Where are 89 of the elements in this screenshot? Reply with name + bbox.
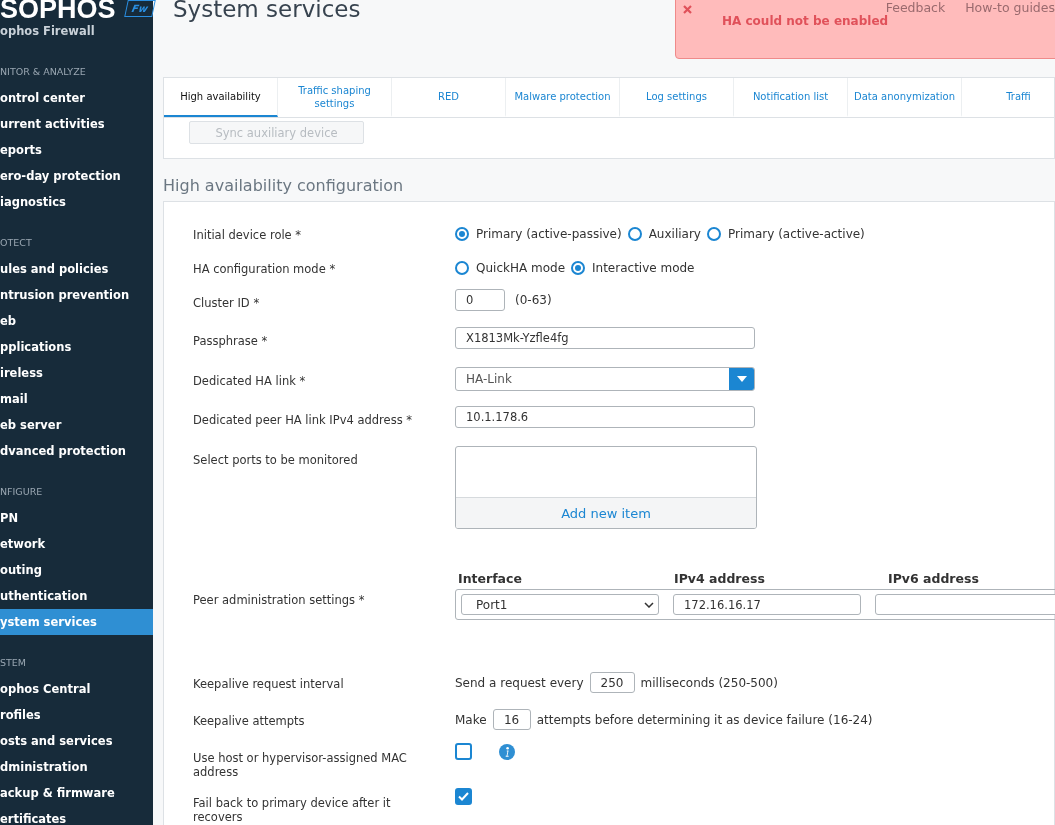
- sidebar-item[interactable]: etwork: [0, 531, 153, 557]
- sidebar-item[interactable]: urrent activities: [0, 111, 153, 137]
- section-title: High availability configuration: [163, 176, 405, 197]
- field-label: HA configuration mode *: [193, 262, 337, 278]
- field-prefix: Make: [455, 713, 487, 727]
- radio-option[interactable]: Primary (active-passive): [455, 227, 622, 241]
- radio-button[interactable]: [455, 261, 469, 275]
- chevron-icon: [644, 601, 654, 608]
- close-icon[interactable]: [683, 5, 692, 14]
- sidebar-item[interactable]: ntrusion prevention: [0, 282, 153, 308]
- sidebar-item[interactable]: ules and policies: [0, 256, 153, 282]
- checkbox[interactable]: [455, 743, 472, 760]
- caret-icon: [736, 376, 747, 382]
- page-title: System services: [173, 0, 361, 22]
- radio-button[interactable]: [571, 261, 585, 275]
- sidebar-item[interactable]: ireless: [0, 360, 153, 386]
- dropdown[interactable]: HA-Link: [455, 367, 755, 391]
- tab[interactable]: RED: [392, 78, 506, 117]
- tab[interactable]: Log settings: [620, 78, 734, 117]
- sidebar-item[interactable]: eports: [0, 137, 153, 163]
- field-label: Passphrase *: [193, 334, 269, 350]
- tab[interactable]: Traffic shaping settings: [278, 78, 392, 117]
- field-label: Keepalive request interval: [193, 677, 345, 693]
- logo: SOPHOS: [0, 0, 116, 20]
- input-field[interactable]: 0: [455, 289, 505, 311]
- tab[interactable]: Data anonymization: [848, 78, 962, 117]
- radio-option[interactable]: Primary (active-active): [706, 227, 865, 241]
- field-label: Peer administration settings *: [193, 593, 366, 609]
- sidebar-item[interactable]: ontrol center: [0, 85, 153, 111]
- sidebar-item[interactable]: ackup & firmware: [0, 780, 153, 806]
- field-label: Select ports to be monitored: [193, 453, 359, 469]
- sidebar-item[interactable]: ystem services: [0, 609, 153, 635]
- sidebar-item[interactable]: ophos Central: [0, 676, 153, 702]
- sidebar-item[interactable]: osts and services: [0, 728, 153, 754]
- field-label: Cluster ID *: [193, 296, 261, 312]
- sidebar-item[interactable]: uthentication: [0, 583, 153, 609]
- ipv6-input[interactable]: [875, 594, 1055, 615]
- sidebar-item[interactable]: mail: [0, 386, 153, 412]
- radio-button[interactable]: [627, 227, 642, 241]
- sidebar-item[interactable]: pplications: [0, 334, 153, 360]
- range-hint: (0-63): [515, 293, 552, 307]
- field-label: Fail back to primary device after it recovers: [193, 796, 392, 825]
- sidebar-item[interactable]: dvanced protection: [0, 438, 153, 464]
- check-icon: [458, 792, 469, 801]
- input-field[interactable]: 10.1.178.6: [455, 406, 755, 428]
- sidebar-item[interactable]: eb server: [0, 412, 153, 438]
- tab[interactable]: Traffi: [962, 78, 1055, 117]
- sidebar-item[interactable]: ero-day protection: [0, 163, 153, 189]
- sidebar-item[interactable]: iagnostics: [0, 189, 153, 215]
- interface-dropdown[interactable]: Port1: [461, 594, 659, 615]
- field-suffix: attempts before determining it as device failure (16-24): [536, 713, 873, 727]
- sidebar-item[interactable]: ertificates: [0, 806, 153, 825]
- field-prefix: Send a request every: [455, 676, 584, 690]
- radio-option[interactable]: Interactive mode: [571, 261, 695, 275]
- sidebar-heading: NFIGURE: [0, 485, 44, 499]
- field-label: Dedicated HA link *: [193, 374, 307, 390]
- sidebar-item[interactable]: eb: [0, 308, 153, 334]
- radio-button[interactable]: [455, 227, 469, 241]
- logo-badge: Fw: [123, 0, 156, 17]
- radio-button[interactable]: [706, 227, 721, 241]
- tab[interactable]: Notification list: [734, 78, 848, 117]
- field-suffix: milliseconds (250-500): [640, 676, 778, 690]
- column-header: IPv6 address: [888, 570, 980, 586]
- tab[interactable]: Malware protection: [506, 78, 620, 117]
- radio-option[interactable]: Auxiliary: [627, 227, 701, 241]
- sidebar-item[interactable]: PN: [0, 505, 153, 531]
- error-message: HA could not be enabled: [722, 14, 889, 28]
- field-label: Initial device role *: [193, 228, 303, 244]
- field-label: Dedicated peer HA link IPv4 address *: [193, 413, 414, 429]
- list-box[interactable]: Add new item: [455, 446, 757, 529]
- product-name: ophos Firewall: [0, 23, 96, 38]
- input-field[interactable]: X1813Mk-Yzfle4fg: [455, 327, 755, 349]
- sidebar-heading: STEM: [0, 656, 28, 670]
- field-label: Keepalive attempts: [193, 714, 306, 730]
- input-field[interactable]: 16: [492, 709, 531, 730]
- sidebar-item[interactable]: rofiles: [0, 702, 153, 728]
- column-header: Interface: [458, 570, 523, 586]
- sidebar-item[interactable]: dministration: [0, 754, 153, 780]
- sidebar-item[interactable]: outing: [0, 557, 153, 583]
- sidebar-heading: NITOR & ANALYZE: [0, 65, 87, 79]
- column-header: IPv4 address: [674, 570, 766, 586]
- info-icon[interactable]: [499, 744, 515, 760]
- ipv4-input[interactable]: 172.16.16.17: [673, 594, 861, 615]
- add-item-button[interactable]: Add new item: [456, 497, 756, 528]
- field-label: Use host or hypervisor-assigned MAC address: [193, 751, 408, 781]
- input-field[interactable]: 250: [589, 672, 635, 693]
- checkbox[interactable]: [455, 788, 472, 805]
- sidebar-heading: OTECT: [0, 236, 33, 250]
- radio-option[interactable]: QuickHA mode: [455, 261, 565, 275]
